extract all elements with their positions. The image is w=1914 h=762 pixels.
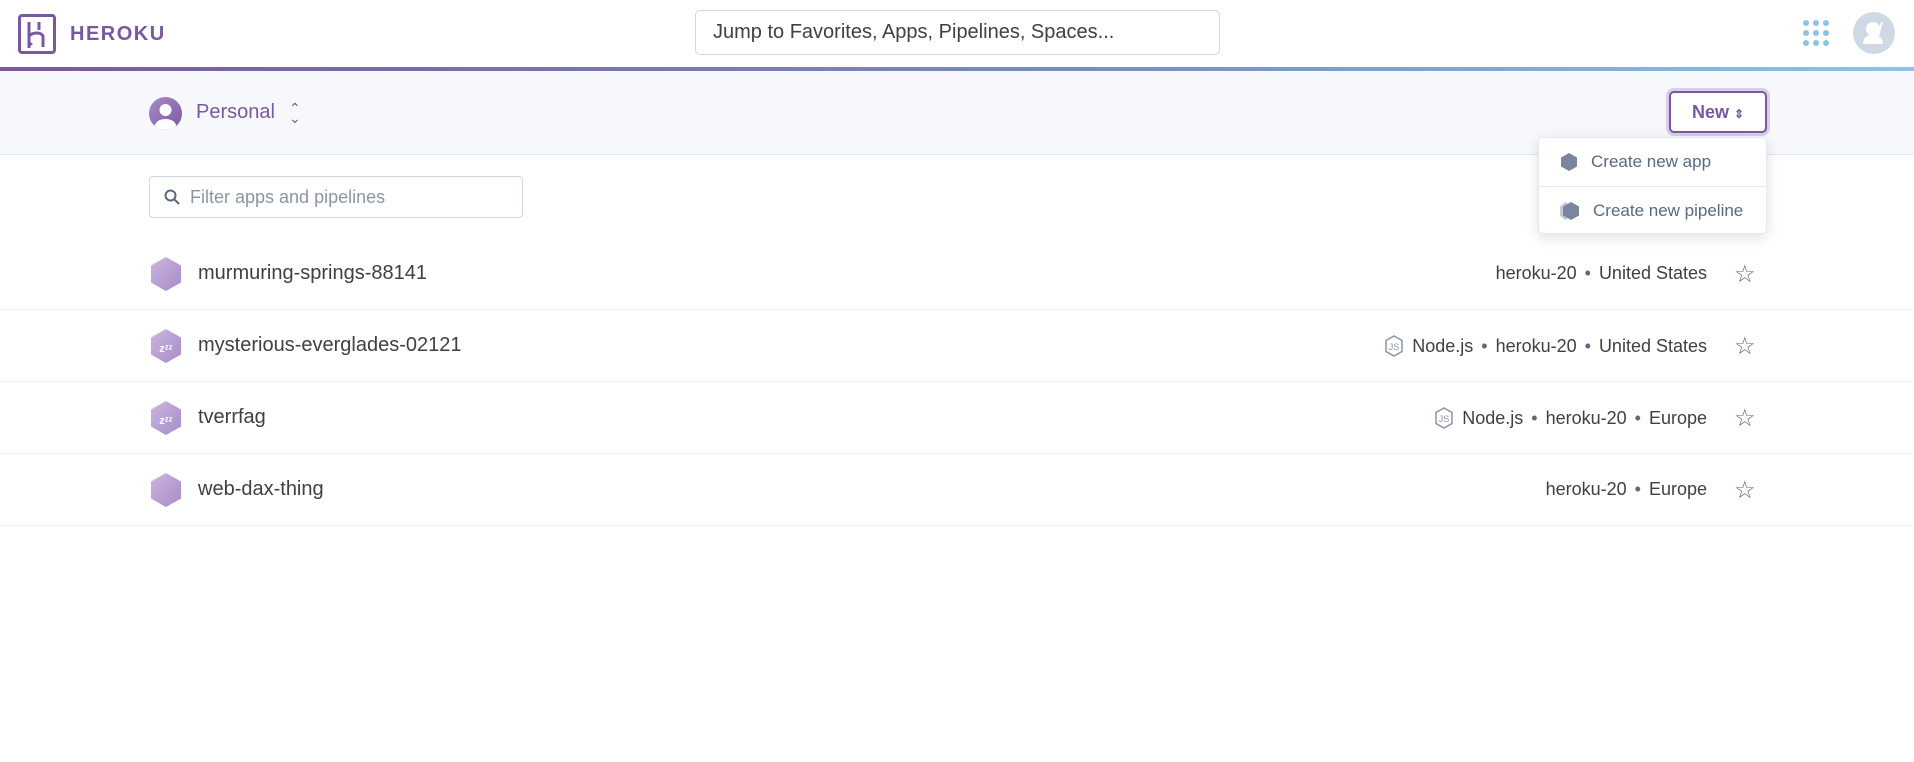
region: Europe: [1648, 479, 1707, 499]
new-button-label: New: [1691, 102, 1729, 122]
stack: heroku-20: [1545, 407, 1627, 428]
filter-apps-input[interactable]: [190, 185, 510, 209]
favorite-star-icon[interactable]: ☆: [1734, 332, 1756, 361]
user-avatar[interactable]: [1853, 12, 1895, 54]
region: United States: [1598, 335, 1707, 356]
brand-name[interactable]: HEROKU: [70, 23, 166, 46]
sleeping-app-icon: zᶻᶻ: [151, 401, 181, 435]
app-meta: JS Node.js • heroku-20 • Europe: [1434, 407, 1707, 429]
new-dropdown-menu: Create new app Create new pipeline: [1538, 137, 1767, 234]
app-hexagon-icon: [1561, 153, 1577, 171]
new-button[interactable]: New ⇕: [1669, 91, 1767, 133]
separator: •: [1481, 335, 1488, 356]
separator: •: [1584, 263, 1591, 283]
filter-box: [149, 176, 523, 218]
app-icon: [151, 473, 181, 507]
region: Europe: [1648, 407, 1707, 428]
app-row[interactable]: web-dax-thing heroku-20 • Europe ☆: [0, 454, 1914, 526]
svg-text:JS: JS: [1439, 414, 1450, 424]
app-row[interactable]: zᶻᶻ mysterious-everglades-02121 JS Node.j…: [0, 310, 1914, 382]
chevron-updown-icon[interactable]: ⌃ ⌄: [289, 101, 301, 125]
svg-text:zᶻᶻ: zᶻᶻ: [159, 415, 172, 427]
sleeping-app-icon: zᶻᶻ: [151, 329, 181, 363]
stack: heroku-20: [1495, 263, 1577, 283]
app-row[interactable]: murmuring-springs-88141 heroku-20 • United…: [0, 238, 1914, 310]
nodejs-icon: JS: [1385, 335, 1403, 357]
separator: •: [1531, 407, 1538, 428]
menu-item-label: Create new app: [1591, 152, 1712, 171]
jump-search-input[interactable]: [695, 10, 1220, 55]
app-name-link[interactable]: tverrfag: [198, 406, 266, 429]
top-header: HEROKU: [0, 0, 1914, 68]
app-meta: JS Node.js • heroku-20 • United States: [1384, 335, 1707, 357]
app-name-link[interactable]: web-dax-thing: [198, 478, 324, 501]
stack: heroku-20: [1495, 335, 1577, 356]
separator: •: [1634, 479, 1641, 499]
buildpack: Node.js: [1412, 335, 1474, 356]
chevron-updown-icon: ⇕: [1733, 107, 1745, 121]
app-name-link[interactable]: mysterious-everglades-02121: [198, 334, 461, 357]
svg-text:JS: JS: [1389, 342, 1400, 352]
nodejs-icon: JS: [1435, 407, 1453, 429]
stack: heroku-20: [1545, 479, 1627, 499]
region: United States: [1598, 263, 1707, 283]
menu-item-label: Create new pipeline: [1593, 200, 1744, 220]
favorite-star-icon[interactable]: ☆: [1734, 476, 1756, 505]
buildpack: Node.js: [1462, 407, 1524, 428]
search-icon: [164, 189, 180, 205]
svg-text:zᶻᶻ: zᶻᶻ: [159, 343, 172, 355]
menu-item-create-app[interactable]: Create new app: [1539, 138, 1766, 186]
pipeline-icon: [1560, 201, 1579, 220]
app-meta: heroku-20 • United States: [1496, 263, 1707, 284]
heroku-logo-icon[interactable]: [18, 14, 56, 54]
separator: •: [1634, 407, 1641, 428]
favorite-star-icon[interactable]: ☆: [1734, 404, 1756, 433]
account-switcher[interactable]: Personal: [196, 101, 275, 124]
separator: •: [1584, 335, 1591, 356]
personal-account-avatar[interactable]: [149, 97, 182, 130]
favorite-star-icon[interactable]: ☆: [1734, 260, 1756, 289]
app-meta: heroku-20 • Europe: [1546, 479, 1707, 500]
menu-item-create-pipeline[interactable]: Create new pipeline: [1539, 186, 1766, 234]
apps-grid-icon[interactable]: [1803, 20, 1829, 46]
app-icon: [151, 257, 181, 291]
app-name-link[interactable]: murmuring-springs-88141: [198, 262, 427, 285]
app-row[interactable]: zᶻᶻ tverrfag JS Node.js • heroku-20 • Europe …: [0, 382, 1914, 454]
